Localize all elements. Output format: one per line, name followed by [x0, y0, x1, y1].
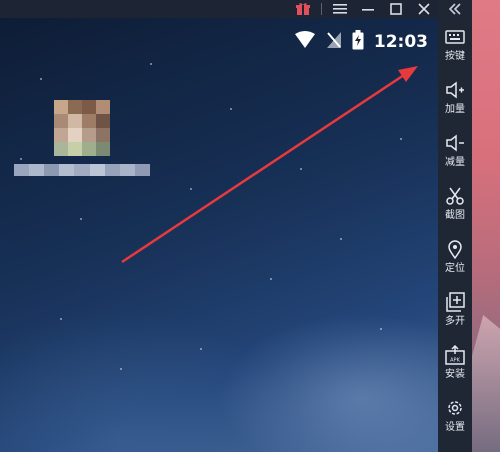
sidebar-item-label: 定位	[445, 263, 465, 274]
hamburger-menu-icon[interactable]	[326, 0, 354, 18]
location-pin-icon	[448, 240, 462, 259]
sidebar-item-install-apk[interactable]: APK 安装	[438, 336, 472, 389]
volume-up-icon	[446, 81, 464, 99]
close-icon[interactable]	[410, 0, 438, 18]
wifi-icon	[294, 31, 316, 53]
app-label-pixelated	[14, 164, 150, 176]
title-bar	[0, 0, 438, 18]
emulator-window: 12:03	[0, 0, 438, 452]
volume-down-icon	[446, 134, 464, 152]
gear-icon	[448, 401, 462, 415]
sidebar-item-keymap[interactable]: 按键	[438, 18, 472, 71]
no-signal-icon	[326, 31, 342, 53]
svg-text:APK: APK	[450, 358, 460, 364]
apk-install-icon: APK	[445, 345, 465, 365]
scissors-icon	[446, 187, 464, 205]
sidebar-item-label: 加量	[445, 104, 465, 115]
status-bar: 12:03	[294, 30, 428, 54]
emulator-sidebar: 按键 加量 减量 截图 定位 多开 APK 安装 设置	[438, 0, 472, 452]
multi-instance-icon	[446, 292, 465, 312]
double-chevron-left-icon[interactable]	[438, 0, 472, 18]
sidebar-item-multi-instance[interactable]: 多开	[438, 283, 472, 336]
sidebar-item-label: 截图	[445, 210, 465, 221]
sidebar-item-volume-down[interactable]: 减量	[438, 124, 472, 177]
status-clock: 12:03	[373, 32, 428, 52]
sidebar-item-label: 多开	[445, 316, 465, 327]
title-separator	[321, 3, 322, 15]
sidebar-item-screenshot[interactable]: 截图	[438, 177, 472, 230]
keyboard-icon	[445, 30, 465, 44]
app-icon-pixelated[interactable]	[54, 100, 110, 156]
android-screen[interactable]: 12:03	[0, 18, 438, 452]
sidebar-item-label: 减量	[445, 157, 465, 168]
sidebar-item-settings[interactable]: 设置	[438, 389, 472, 442]
maximize-icon[interactable]	[382, 0, 410, 18]
minimize-icon[interactable]	[354, 0, 382, 18]
sidebar-item-label: 安装	[445, 369, 465, 380]
sidebar-item-label: 按键	[445, 51, 465, 62]
sidebar-item-label: 设置	[445, 422, 465, 433]
sidebar-item-location[interactable]: 定位	[438, 230, 472, 283]
battery-charging-icon	[352, 30, 364, 54]
gift-icon[interactable]	[289, 0, 317, 18]
sidebar-item-volume-up[interactable]: 加量	[438, 71, 472, 124]
